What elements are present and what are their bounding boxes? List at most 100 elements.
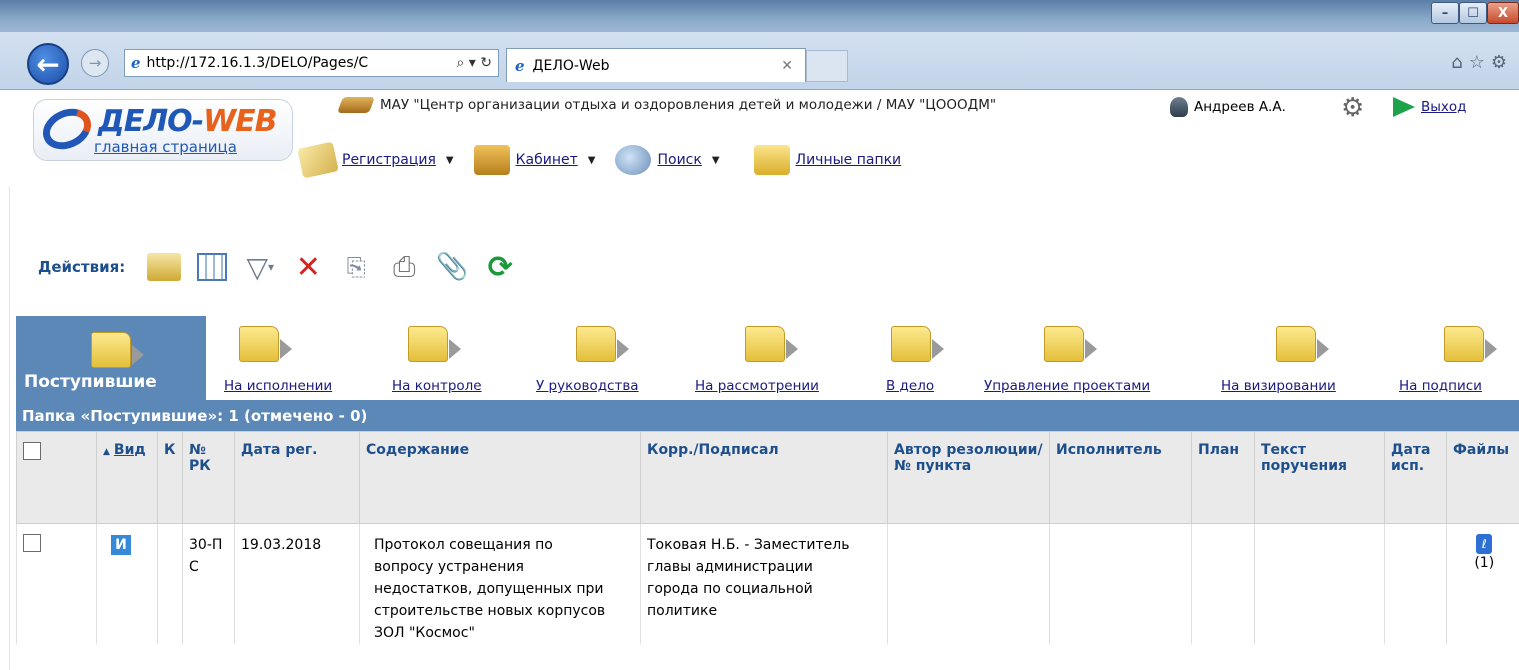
maximize-button[interactable]: ☐ xyxy=(1459,2,1487,24)
folder-projects-icon xyxy=(1044,326,1097,362)
chevron-down-icon[interactable]: ▼ xyxy=(446,155,454,166)
settings-gear-icon[interactable]: ⚙ xyxy=(1341,93,1364,123)
column-reg-date[interactable]: Дата рег. xyxy=(234,431,360,524)
column-correspondent[interactable]: Корр./Подписал xyxy=(640,431,888,524)
column-executor[interactable]: Исполнитель xyxy=(1049,431,1192,524)
address-url[interactable]: http://172.16.1.3/DELO/Pages/C xyxy=(147,55,369,71)
folder-check-icon xyxy=(408,326,461,362)
sort-asc-icon: ▲ xyxy=(103,447,110,457)
folder-tab-on-signing[interactable]: На подписи xyxy=(1399,316,1509,400)
back-button[interactable]: ← xyxy=(27,43,69,85)
cell-k xyxy=(157,523,183,644)
folder-tab-incoming[interactable]: Поступившие xyxy=(16,316,206,400)
delete-icon[interactable]: ✕ xyxy=(291,250,325,285)
column-kind-label[interactable]: Вид xyxy=(114,442,146,458)
user-name: Андреев А.А. xyxy=(1194,99,1286,115)
tab-title: ДЕЛО-Web xyxy=(532,57,610,74)
print-icon[interactable]: ⎙ xyxy=(387,250,421,284)
column-resolution-author[interactable]: Автор резолюции/ № пункта xyxy=(887,431,1050,524)
folder-tab-on-control[interactable]: На контроле xyxy=(392,316,504,400)
folder-tab-label[interactable]: На визировании xyxy=(1221,378,1336,394)
exit-link[interactable]: Выход xyxy=(1393,97,1467,117)
folder-tab-label[interactable]: На подписи xyxy=(1399,378,1482,394)
folder-tab-in-execution[interactable]: На исполнении xyxy=(224,316,364,400)
folder-tab-on-approval[interactable]: На визировании xyxy=(1221,316,1371,400)
browser-navbar: ← → e http://172.16.1.3/DELO/Pages/C ⌕ ▾… xyxy=(0,32,1519,90)
minimize-button[interactable]: – xyxy=(1431,2,1459,24)
chevron-down-icon[interactable]: ▼ xyxy=(712,155,720,166)
actions-label: Действия: xyxy=(38,258,126,276)
folder-tab-label[interactable]: На рассмотрении xyxy=(695,378,819,394)
folder-person-icon xyxy=(239,326,292,362)
filter-icon[interactable]: ▽ ▾ xyxy=(243,250,277,284)
list-view-icon[interactable] xyxy=(147,250,182,284)
cell-resolution-author xyxy=(887,523,1050,644)
refresh-icon[interactable]: ⟳ xyxy=(483,250,517,285)
folder-tab-label[interactable]: В дело xyxy=(886,378,934,394)
menu-cabinet[interactable]: Кабинет ▼ xyxy=(473,145,596,175)
menu-registration-label[interactable]: Регистрация xyxy=(342,152,436,168)
cell-files: ℓ (1) xyxy=(1446,523,1519,644)
column-plan[interactable]: План xyxy=(1191,431,1255,524)
column-k[interactable]: К xyxy=(157,431,183,524)
table-row[interactable]: И 30-ПС 19.03.2018 Протокол совещания по… xyxy=(16,523,1519,644)
user-icon xyxy=(1170,97,1188,117)
select-all-checkbox[interactable] xyxy=(23,442,41,460)
table-header-row: ▲ Вид К № РК Дата рег. Содержание Корр./П… xyxy=(16,431,1519,524)
column-number[interactable]: № РК xyxy=(182,431,235,524)
menu-registration[interactable]: Регистрация ▼ xyxy=(297,141,454,179)
address-search-refresh-icons[interactable]: ⌕ ▾ ↻ xyxy=(457,55,499,71)
cell-number: 30-ПС xyxy=(182,523,235,644)
folder-tab-label[interactable]: На исполнении xyxy=(224,378,332,394)
attach-icon[interactable]: 📎 xyxy=(435,250,469,284)
menu-personal-folders-label[interactable]: Личные папки xyxy=(796,152,902,168)
chevron-down-icon[interactable]: ▼ xyxy=(588,155,596,166)
user-info: Андреев А.А. xyxy=(1170,97,1286,117)
address-bar[interactable]: e http://172.16.1.3/DELO/Pages/C ⌕ ▾ ↻ xyxy=(124,49,499,77)
column-due-date[interactable]: Дата исп. xyxy=(1384,431,1447,524)
folder-approval-icon xyxy=(1276,326,1329,362)
folder-tab-under-review[interactable]: На рассмотрении xyxy=(695,316,855,400)
folder-tab-at-management[interactable]: У руководства xyxy=(536,316,676,400)
browser-tab[interactable]: e ДЕЛО-Web ✕ xyxy=(506,48,806,82)
logo-title: ДЕЛО-WEB xyxy=(98,104,278,139)
home-favorites-settings-icons[interactable]: ⌂☆⚙ xyxy=(1451,52,1513,73)
forward-button[interactable]: → xyxy=(81,49,109,77)
cell-kind: И xyxy=(96,523,158,644)
column-content[interactable]: Содержание xyxy=(359,431,641,524)
new-tab-button[interactable] xyxy=(806,50,848,82)
personal-folders-icon xyxy=(753,145,790,175)
menu-search-label[interactable]: Поиск xyxy=(657,152,701,168)
close-window-button[interactable]: X xyxy=(1487,2,1519,24)
tab-close-icon[interactable]: ✕ xyxy=(781,58,805,74)
folder-tab-to-file[interactable]: В дело xyxy=(886,316,956,400)
delo-web-logo[interactable]: ДЕЛО-WEB главная страница xyxy=(33,99,293,161)
attachment-icon[interactable]: ℓ xyxy=(1476,534,1493,554)
home-page-link[interactable]: главная страница xyxy=(94,138,237,156)
files-count[interactable]: (1) xyxy=(1474,555,1494,571)
kind-badge: И xyxy=(111,535,131,555)
cell-task-text xyxy=(1254,523,1385,644)
column-files[interactable]: Файлы xyxy=(1446,431,1519,524)
actions-toolbar: Действия: ▽ ▾ ✕ ⎘ ⎙ 📎 ⟳ xyxy=(38,245,517,289)
folder-tab-label[interactable]: На контроле xyxy=(392,378,482,394)
cell-executor xyxy=(1049,523,1192,644)
ie-page-icon: e xyxy=(131,54,141,72)
menu-personal-folders[interactable]: Личные папки xyxy=(753,145,902,175)
folder-tab-label[interactable]: У руководства xyxy=(536,378,639,394)
cell-content: Протокол совещания по вопросу устранения… xyxy=(359,523,641,644)
folder-tab-project-management[interactable]: Управление проектами xyxy=(984,316,1184,400)
row-checkbox[interactable] xyxy=(23,534,41,552)
folder-tab-label[interactable]: Управление проектами xyxy=(984,378,1150,394)
column-kind[interactable]: ▲ Вид xyxy=(96,431,158,524)
folder-tab-label[interactable]: Поступившие xyxy=(24,372,157,392)
cabinet-icon xyxy=(473,145,510,175)
copy-icon[interactable]: ⎘ xyxy=(339,250,373,284)
folder-file-icon xyxy=(891,326,944,362)
grid-settings-icon[interactable] xyxy=(195,250,229,284)
column-task-text[interactable]: Текст поручения xyxy=(1254,431,1385,524)
exit-label[interactable]: Выход xyxy=(1421,99,1467,115)
menu-search[interactable]: Поиск ▼ xyxy=(615,145,720,175)
folder-icon xyxy=(91,332,144,368)
menu-cabinet-label[interactable]: Кабинет xyxy=(516,152,578,168)
